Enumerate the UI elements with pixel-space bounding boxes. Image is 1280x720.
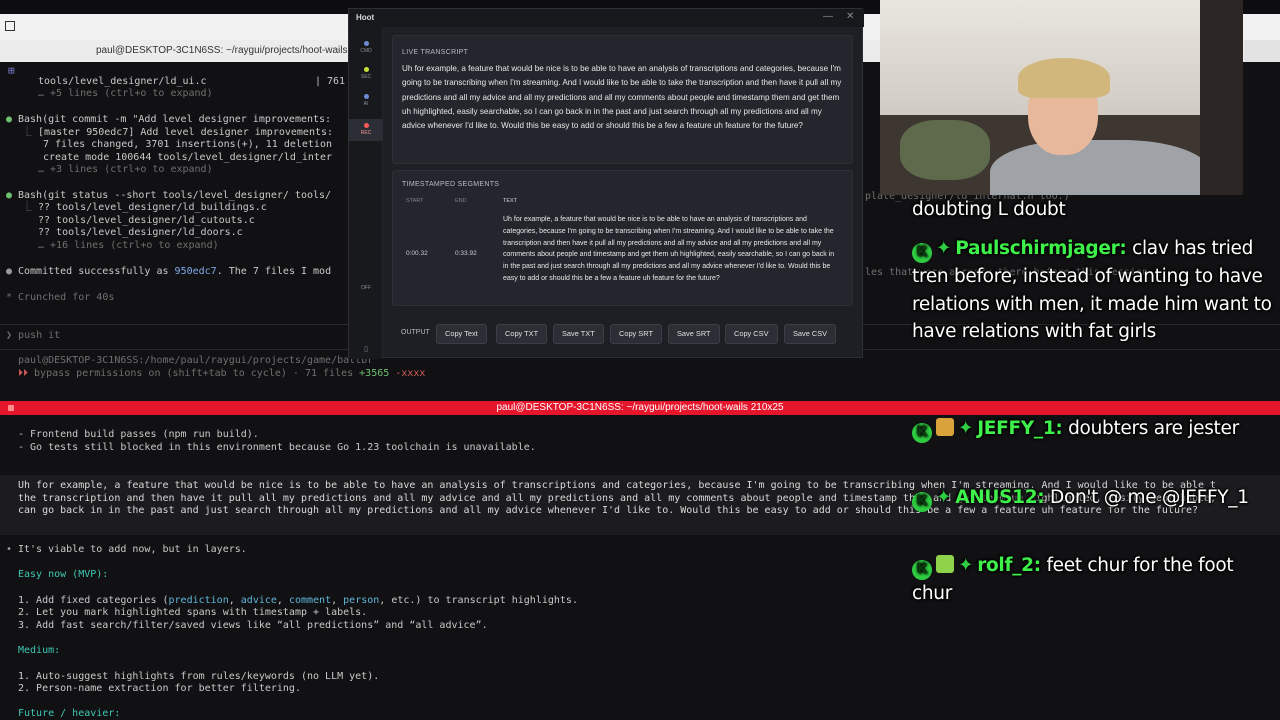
rail-bottom-icon[interactable]: ▯	[349, 345, 383, 353]
terminal-line: ⎿ ?? tools/level_designer/ld_buildings.c	[22, 202, 267, 213]
rail-indicator-icon	[363, 67, 369, 72]
chat-message: K ✦ JEFFY_1: doubters are jester	[912, 415, 1272, 443]
status-dot-icon: ●	[6, 266, 13, 277]
terminal-line: Committed successfully as 950edc7. The 7…	[18, 266, 332, 277]
rail-item-cmd[interactable]: CMD	[349, 41, 383, 54]
hoot-app-window: Hoot — ✕ CMD SEC AI REC OFF ▯ LIVE TRANS…	[348, 8, 864, 359]
prompt-input[interactable]: ❯ push it	[6, 330, 60, 343]
terminal-line: create mode 100644 tools/level_designer/…	[43, 152, 332, 163]
kick-badge-icon: K	[912, 423, 932, 443]
list-item: 1. Auto-suggest highlights from rules/ke…	[18, 671, 380, 682]
output-label: OUTPUT	[401, 329, 430, 336]
terminal-line: - Go tests still blocked in this environ…	[18, 442, 536, 453]
terminal-line: tools/level_designer/ld_ui.c | 761 ++	[38, 76, 364, 87]
record-indicator-icon	[363, 123, 369, 128]
diamond-badge-icon: ✦	[936, 238, 952, 259]
column-header-text: TEXT	[503, 198, 518, 204]
rail-item-sec[interactable]: SEC	[349, 67, 383, 80]
terminal-line: … +5 lines (ctrl+o to expand)	[38, 88, 213, 99]
save-txt-button[interactable]: Save TXT	[553, 324, 604, 344]
status-dot-icon: ●	[6, 114, 13, 125]
stream-chat-overlay: doubting L doubt K ✦ Paulschirmjager: clav…	[912, 0, 1272, 720]
diamond-badge-icon: ✦	[958, 418, 974, 439]
list-item: 2. Person-name extraction for better fil…	[18, 683, 301, 694]
chat-message: doubting L doubt	[912, 196, 1272, 224]
segment-end: 0:33.92	[455, 250, 477, 257]
list-item: 3. Add fast search/filter/saved views li…	[18, 620, 488, 631]
chat-username: JEFFY_1:	[977, 418, 1063, 439]
kick-badge-icon: K	[912, 492, 932, 512]
rail-indicator-icon	[363, 41, 369, 46]
diamond-badge-icon: ✦	[936, 487, 952, 508]
section-heading: Future / heavier:	[18, 708, 121, 719]
chat-username: rolf_2:	[977, 555, 1041, 576]
terminal-line: 7 files changed, 3701 insertions(+), 11 …	[43, 139, 332, 150]
chat-username: Paulschirmjager:	[955, 238, 1127, 259]
status-dot-icon: ●	[6, 190, 13, 201]
status-dot-icon: •	[6, 544, 13, 555]
copy-text-button[interactable]: Copy Text	[436, 324, 487, 344]
rail-item-ai[interactable]: AI	[349, 94, 383, 107]
segment-text: Uh for example, a feature that would be …	[503, 216, 835, 282]
terminal-line: - Frontend build passes (npm run build).	[18, 429, 259, 440]
live-transcript-text: Uh for example, a feature that would be …	[402, 64, 842, 131]
copy-csv-button[interactable]: Copy CSV	[725, 324, 778, 344]
terminal-line: Bash(git commit -m "Add level designer i…	[18, 114, 332, 125]
terminal-line: ⎿ [master 950edc7] Add level designer im…	[22, 127, 334, 138]
save-csv-button[interactable]: Save CSV	[784, 324, 837, 344]
subscriber-badge-icon	[936, 555, 954, 573]
rail-item-rec[interactable]: REC	[349, 119, 383, 141]
list-item: 1. Add fixed categories (prediction, adv…	[18, 595, 578, 606]
chat-message-text: doubters are jester	[1068, 418, 1239, 439]
hoot-title: Hoot	[356, 13, 375, 22]
hoot-titlebar[interactable]: Hoot — ✕	[349, 9, 864, 27]
terminal-line: Bash(git status --short tools/level_desi…	[18, 190, 332, 201]
chat-message: K ✦ rolf_2: feet chur for the foot chur	[912, 552, 1272, 608]
terminal-line: paul@DESKTOP-3C1N6SS:/home/paul/raygui/p…	[18, 355, 374, 366]
copy-txt-button[interactable]: Copy TXT	[496, 324, 548, 344]
section-heading: Medium:	[18, 645, 61, 656]
column-header-end: END	[455, 198, 467, 204]
close-icon[interactable]: ✕	[846, 11, 854, 22]
timestamped-segments-panel: TIMESTAMPED SEGMENTS START END TEXT 0:00…	[392, 170, 853, 306]
live-transcript-label: LIVE TRANSCRIPT	[402, 49, 469, 56]
reply-intro: It's viable to add now, but in layers.	[18, 544, 247, 555]
live-transcript-panel: LIVE TRANSCRIPT Uh for example, a featur…	[392, 35, 853, 164]
gift-badge-icon	[936, 418, 954, 436]
terminal-line: ?? tools/level_designer/ld_doors.c	[38, 227, 243, 238]
terminal-line: … +3 lines (ctrl+o to expand)	[38, 164, 213, 175]
terminal-line: … +16 lines (ctrl+o to expand)	[38, 240, 219, 251]
save-srt-button[interactable]: Save SRT	[668, 324, 720, 344]
column-header-start: START	[406, 198, 424, 204]
chat-message-text: Don't @ me @JEFFY_1	[1050, 487, 1249, 508]
chat-username: ANUS12:	[955, 487, 1045, 508]
rail-off-toggle[interactable]: OFF	[349, 285, 383, 291]
bottom-terminal-title: paul@DESKTOP-3C1N6SS: ~/raygui/projects/…	[496, 402, 784, 413]
kick-badge-icon: K	[912, 243, 932, 263]
terminal-line: * Crunched for 40s	[6, 292, 115, 303]
window-icon	[8, 405, 14, 411]
chat-message-text: doubting L doubt	[912, 199, 1066, 220]
hoot-side-rail: CMD SEC AI REC OFF ▯	[349, 27, 383, 359]
segment-start: 0:00.32	[406, 250, 428, 257]
segments-label: TIMESTAMPED SEGMENTS	[402, 181, 500, 188]
kick-badge-icon: K	[912, 560, 932, 580]
list-item: 2. Let you mark highlighted spans with t…	[18, 607, 368, 618]
chat-message: K ✦ ANUS12: Don't @ me @JEFFY_1	[912, 484, 1272, 512]
minimize-icon[interactable]: —	[823, 11, 833, 22]
diamond-badge-icon: ✦	[958, 555, 974, 576]
chat-message: K ✦ Paulschirmjager: clav has tried tren b…	[912, 235, 1272, 346]
section-heading: Easy now (MVP):	[18, 569, 109, 580]
terminal-line: ?? tools/level_designer/ld_cutouts.c	[38, 215, 255, 226]
terminal-line: ⏵⏵ bypass permissions on (shift+tab to c…	[18, 368, 426, 379]
copy-srt-button[interactable]: Copy SRT	[610, 324, 662, 344]
rail-indicator-icon	[363, 94, 369, 99]
top-terminal-title: paul@DESKTOP-3C1N6SS: ~/raygui/projects/…	[96, 45, 348, 56]
window-icon[interactable]	[5, 21, 15, 31]
